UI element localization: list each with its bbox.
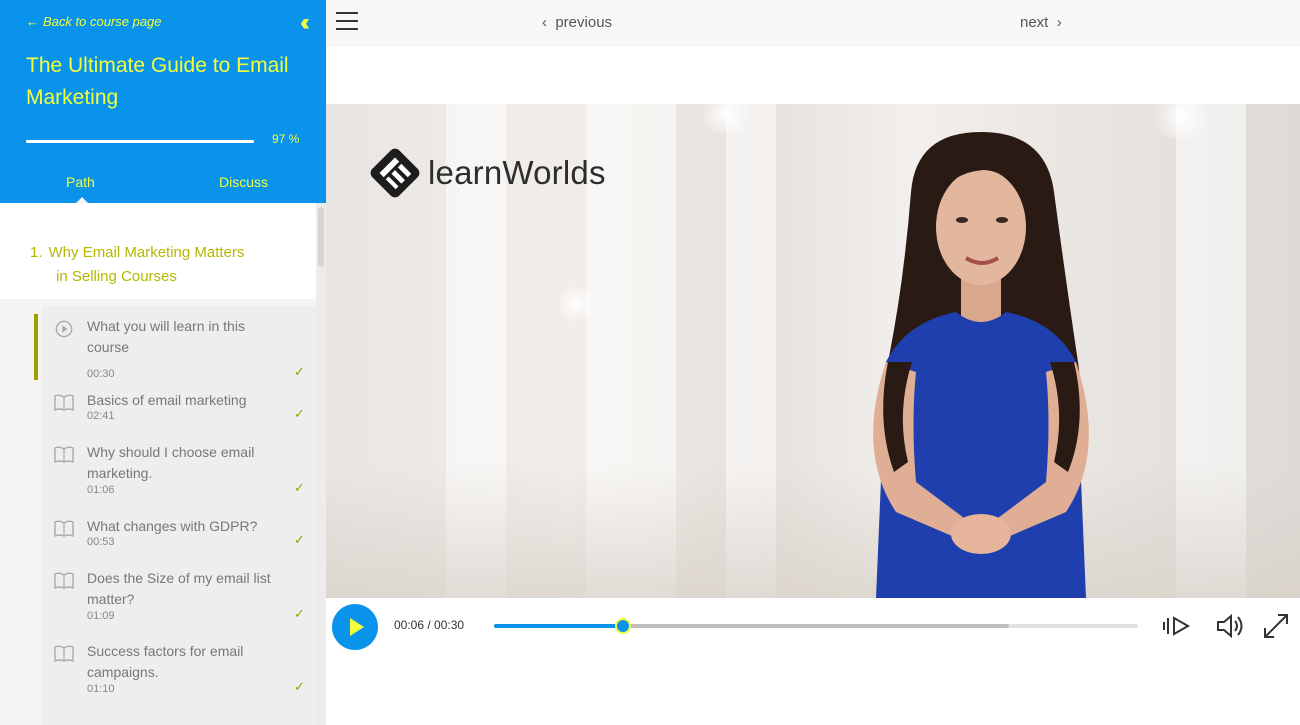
unit-duration: 01:06 xyxy=(87,484,115,496)
tab-path[interactable]: Path xyxy=(66,174,95,190)
course-progress-bar xyxy=(26,140,254,143)
book-icon xyxy=(54,645,74,663)
active-unit-marker xyxy=(34,314,38,380)
arrow-left-icon: ← xyxy=(26,14,39,29)
tab-discuss[interactable]: Discuss xyxy=(219,174,268,190)
unit-title: Why should I choose email marketing. xyxy=(87,442,282,484)
unit-duration: 00:53 xyxy=(87,536,115,548)
check-icon: ✓ xyxy=(294,406,305,422)
top-nav-bar: ‹ previous next › xyxy=(326,0,1300,46)
unit-title: Success factors for email campaigns. xyxy=(87,641,282,683)
course-sidebar: ← Back to course page ‹‹ The Ultimate Gui… xyxy=(0,0,326,725)
check-icon: ✓ xyxy=(294,679,305,695)
check-icon: ✓ xyxy=(294,480,305,496)
section-title: 1. Why Email Marketing Matters in Selling… xyxy=(30,241,310,289)
unit-title: Basics of email marketing xyxy=(87,390,282,411)
video-bg-light xyxy=(556,284,596,324)
check-icon: ✓ xyxy=(294,364,305,380)
sidebar-scrollbar[interactable] xyxy=(316,203,326,725)
unit-duration: 01:10 xyxy=(87,683,115,695)
play-icon[interactable] xyxy=(332,604,378,650)
presenter-figure xyxy=(816,132,1146,598)
course-title: The Ultimate Guide to Email Marketing xyxy=(26,50,296,114)
back-link-label: Back to course page xyxy=(43,14,162,29)
seek-handle[interactable] xyxy=(615,618,631,634)
section-title-line1: Why Email Marketing Matters xyxy=(49,244,245,261)
book-icon xyxy=(54,446,74,464)
unit-title: Does the Size of my email list matter? xyxy=(87,568,282,610)
seek-played xyxy=(494,624,623,628)
unit-duration: 02:41 xyxy=(87,410,115,422)
double-chevron-left-icon[interactable]: ‹‹ xyxy=(289,10,315,36)
course-progress-fill xyxy=(26,140,247,143)
chevron-right-icon: › xyxy=(1057,14,1062,31)
hamburger-menu-icon[interactable] xyxy=(336,12,360,32)
book-icon xyxy=(54,572,74,590)
unit-duration: 00:30 xyxy=(87,368,115,380)
main-content: ‹ previous next › learnWorlds xyxy=(326,0,1300,725)
section-title-line2: in Selling Courses xyxy=(30,265,310,289)
check-icon: ✓ xyxy=(294,606,305,622)
playback-speed-icon[interactable] xyxy=(1162,610,1194,642)
check-icon: ✓ xyxy=(294,532,305,548)
play-circle-icon xyxy=(54,320,74,338)
fullscreen-icon[interactable] xyxy=(1260,610,1292,642)
unit-title: What changes with GDPR? xyxy=(87,516,282,537)
book-icon xyxy=(54,394,74,412)
unit-duration: 01:09 xyxy=(87,610,115,622)
content-banner-area xyxy=(326,46,1300,104)
learnworlds-logo-mark-icon xyxy=(368,146,422,200)
book-icon xyxy=(54,520,74,538)
video-bg-floor xyxy=(326,464,1300,598)
sidebar-scroll-thumb[interactable] xyxy=(318,207,324,267)
seek-bar[interactable] xyxy=(494,624,1138,628)
video-controls: 00:06 / 00:30 xyxy=(326,598,1300,658)
section-header[interactable]: 1. Why Email Marketing Matters in Selling… xyxy=(0,203,316,299)
video-time-label: 00:06 / 00:30 xyxy=(394,618,464,632)
volume-icon[interactable] xyxy=(1214,610,1246,642)
unit-list: What you will learn in this course 00:30… xyxy=(42,306,316,725)
next-label: next xyxy=(1020,14,1048,31)
next-button[interactable]: next › xyxy=(1020,14,1062,31)
chevron-left-icon: ‹ xyxy=(542,14,547,31)
sidebar-header: ← Back to course page ‹‹ The Ultimate Gui… xyxy=(0,0,326,203)
section-number: 1. xyxy=(30,244,43,261)
logo-text: learnWorlds xyxy=(428,154,606,192)
previous-label: previous xyxy=(555,14,612,31)
video-player[interactable]: learnWorlds xyxy=(326,104,1300,598)
course-progress-label: 97 % xyxy=(272,132,299,146)
back-to-course-link[interactable]: ← Back to course page xyxy=(26,14,162,29)
previous-button[interactable]: ‹ previous xyxy=(542,14,612,31)
unit-title: What you will learn in this course xyxy=(87,316,282,358)
